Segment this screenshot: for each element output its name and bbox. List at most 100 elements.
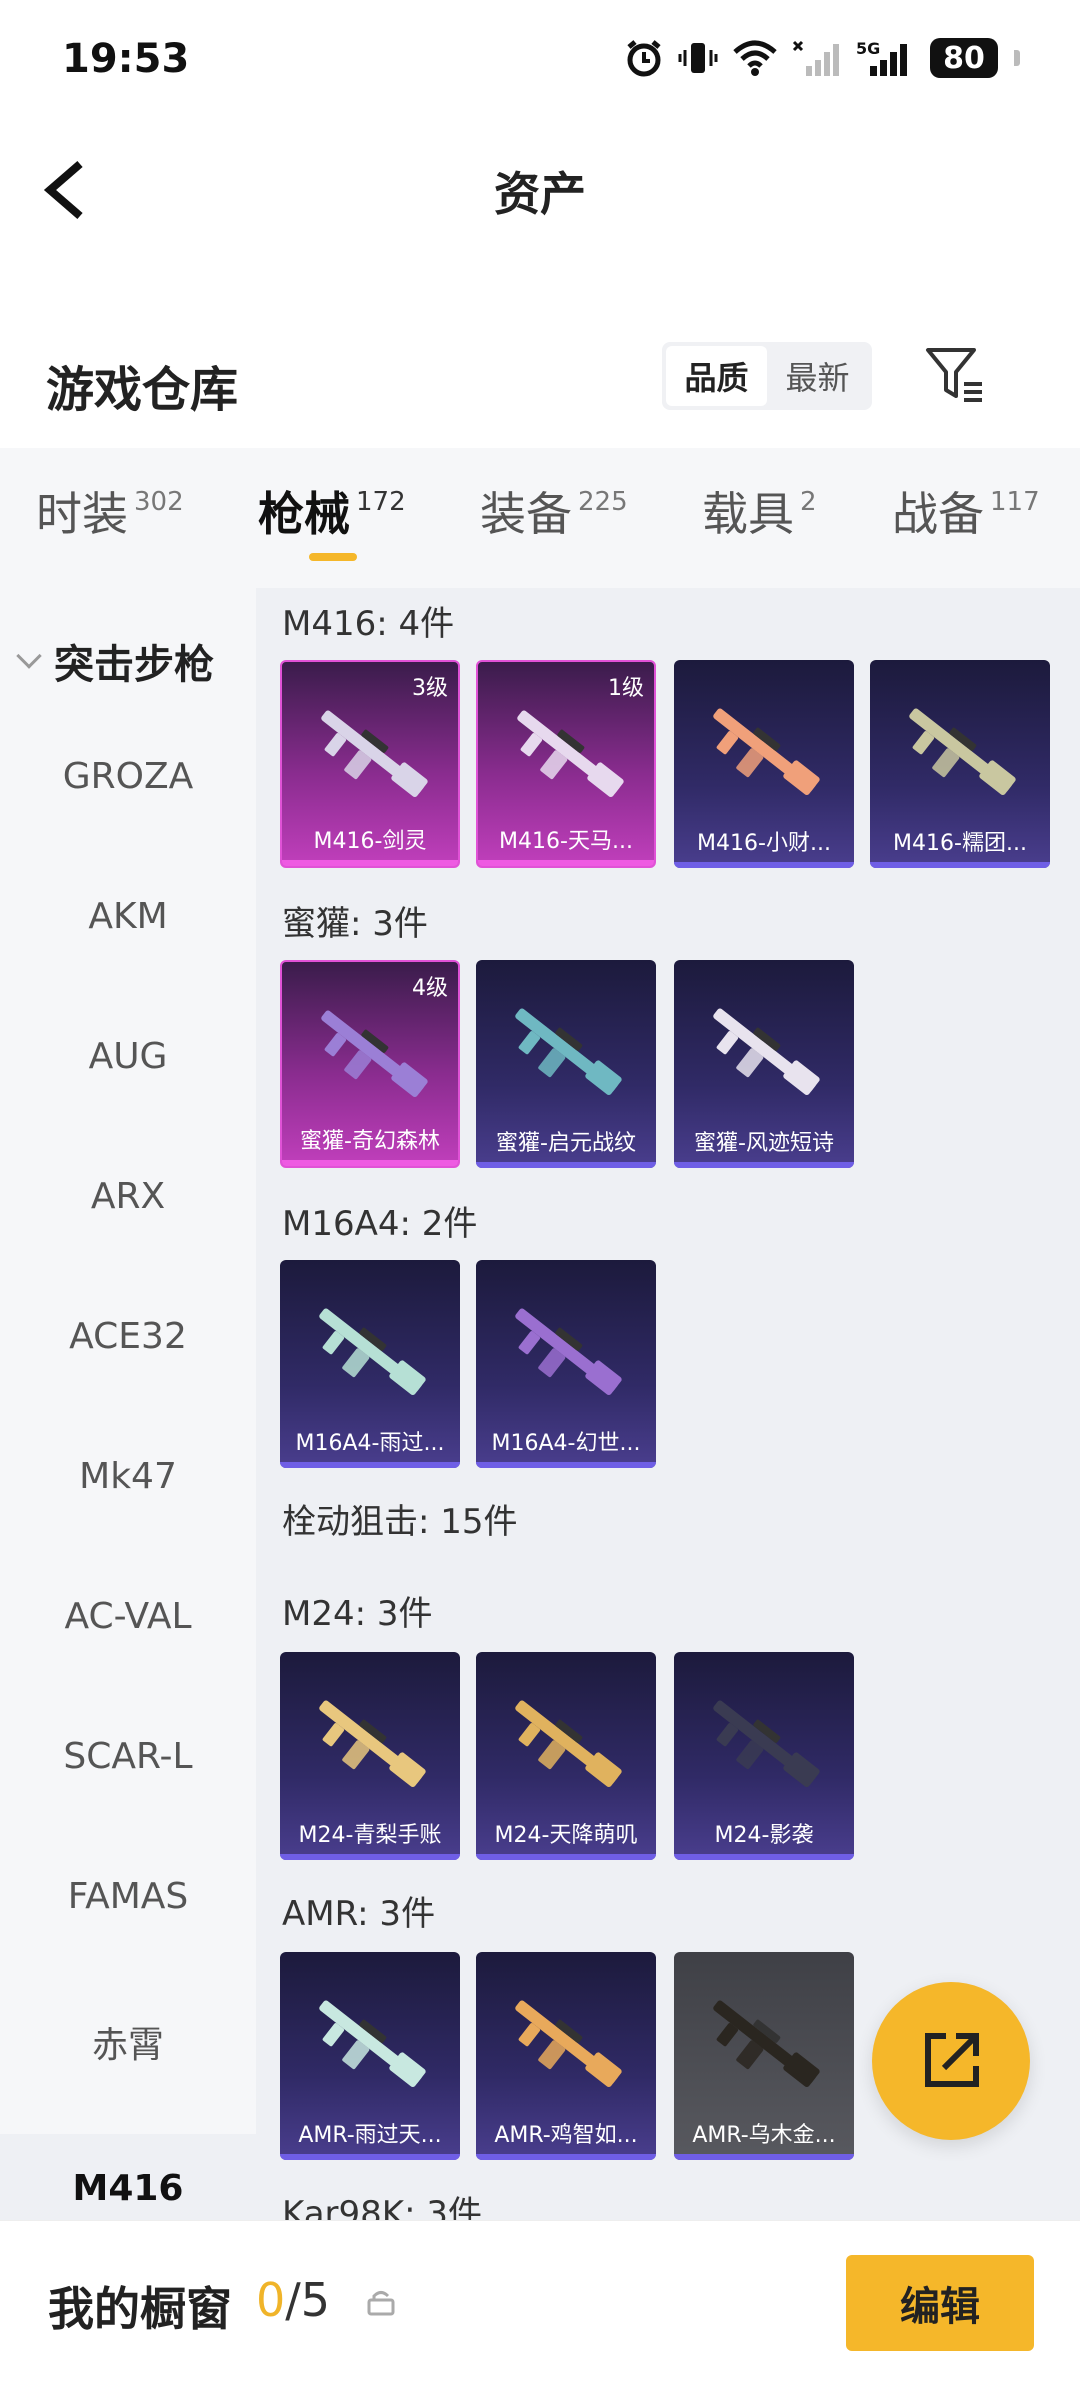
tab-count: 302 — [134, 487, 184, 517]
weapon-icon — [515, 2000, 622, 2088]
svg-text:5G: 5G — [856, 39, 880, 58]
sidebar-item-m416[interactable]: M416 — [0, 2134, 256, 2220]
weapon-icon — [909, 708, 1016, 796]
weapon-skin-name: M416-小财... — [674, 824, 854, 868]
tab-count: 2 — [800, 487, 817, 517]
sidebar-item-famas[interactable]: FAMAS — [0, 1876, 256, 1917]
sidebar-item-scar-l[interactable]: SCAR-L — [0, 1736, 256, 1777]
sidebar-item-chixiao[interactable]: 赤霄 — [0, 2016, 256, 2068]
sort-newest-option[interactable]: 最新 — [767, 346, 868, 406]
weapon-skin-card[interactable]: M16A4-幻世... — [476, 1260, 656, 1468]
sidebar-item-groza[interactable]: GROZA — [0, 756, 256, 797]
status-icons: 5G 80 — [624, 38, 1020, 78]
status-time: 19:53 — [62, 36, 190, 82]
weapon-skin-card[interactable]: AMR-鸡智如... — [476, 1952, 656, 2160]
showcase-label: 我的橱窗 — [48, 2282, 232, 2336]
weapon-skin-card[interactable]: 4级 蜜獾-奇幻森林 — [280, 960, 460, 1168]
weapon-skin-name: M416-剑灵 — [282, 822, 458, 866]
filter-icon — [926, 348, 982, 402]
sort-quality-option[interactable]: 品质 — [666, 346, 767, 406]
level-badge: 4级 — [412, 976, 448, 1001]
weapon-skin-name: M416-糯团... — [870, 824, 1050, 868]
weapon-skin-name: 蜜獾-风迹短诗 — [674, 1124, 854, 1168]
group-label: Kar98K: 3件 — [282, 2194, 482, 2220]
warehouse-header: 游戏仓库 品质 最新 — [0, 320, 1080, 440]
weapon-grid: M416: 4件 3级 M416-剑灵 1级 M416-天马... M416-小财... M… — [256, 588, 1080, 2220]
weapon-skin-card[interactable]: M416-小财... — [674, 660, 854, 868]
weapon-skin-card[interactable]: 蜜獾-风迹短诗 — [674, 960, 854, 1168]
tab-count: 225 — [578, 487, 628, 517]
alarm-icon — [624, 38, 664, 78]
level-badge: 1级 — [608, 676, 644, 701]
weapon-skin-name: M16A4-雨过... — [280, 1424, 460, 1468]
level-badge: 3级 — [412, 676, 448, 701]
weapon-skin-card[interactable]: 1级 M416-天马... — [476, 660, 656, 868]
weapon-icon — [319, 1308, 426, 1396]
weapon-skin-card[interactable]: 3级 M416-剑灵 — [280, 660, 460, 868]
signal-5g-icon: 5G — [856, 38, 916, 78]
weapon-skin-name: 蜜獾-启元战纹 — [476, 1124, 656, 1168]
weapon-icon — [319, 1700, 426, 1788]
sidebar-item-ac-val[interactable]: AC-VAL — [0, 1596, 256, 1637]
weapon-icon — [713, 1700, 820, 1788]
tab-supplies[interactable]: 战备 117 — [892, 478, 1040, 544]
weapon-type-sidebar: 突击步枪 GROZA AKM AUG ARX ACE32 Mk47 AC-VAL… — [0, 588, 256, 2220]
weapon-icon — [713, 2000, 820, 2088]
wifi-icon — [732, 38, 778, 78]
signal-off-icon — [792, 38, 842, 78]
weapon-icon — [713, 1008, 820, 1096]
category-tabs: 时装 302 枪械 172 装备 225 载具 2 战备 117 — [0, 448, 1080, 588]
weapon-skin-name: M24-天降萌叽 — [476, 1816, 656, 1860]
sidebar-item-arx[interactable]: ARX — [0, 1176, 256, 1217]
tab-count: 172 — [356, 487, 406, 517]
sort-toggle: 品质 最新 — [662, 342, 872, 410]
sidebar-item-mk47[interactable]: Mk47 — [0, 1456, 256, 1497]
vibrate-icon — [678, 38, 718, 78]
weapon-skin-card[interactable]: M416-糯团... — [870, 660, 1050, 868]
weapon-skin-card[interactable]: M24-青梨手账 — [280, 1652, 460, 1860]
group-label: M416: 4件 — [282, 604, 455, 644]
share-external-icon — [925, 2033, 979, 2087]
weapon-skin-card[interactable]: M16A4-雨过... — [280, 1260, 460, 1468]
weapon-icon — [319, 2000, 426, 2088]
sidebar-item-aug[interactable]: AUG — [0, 1036, 256, 1077]
sidebar-group-assault-rifles[interactable]: 突击步枪 — [16, 632, 214, 690]
weapon-skin-card[interactable]: AMR-雨过天... — [280, 1952, 460, 2160]
tab-fashion[interactable]: 时装 302 — [36, 478, 184, 544]
weapon-skin-card[interactable]: 蜜獾-启元战纹 — [476, 960, 656, 1168]
weapon-skin-name: M24-青梨手账 — [280, 1816, 460, 1860]
lock-icon — [367, 2291, 395, 2316]
showcase-count: 0/5 — [256, 2273, 331, 2327]
group-label: M16A4: 2件 — [282, 1204, 478, 1244]
group-label: 栓动狙击: 15件 — [282, 1502, 518, 1542]
tab-count: 117 — [990, 487, 1040, 517]
weapon-skin-name: M16A4-幻世... — [476, 1424, 656, 1468]
sidebar-item-ace32[interactable]: ACE32 — [0, 1316, 256, 1357]
weapon-skin-name: M24-影袭 — [674, 1816, 854, 1860]
status-bar: 19:53 5G 80 — [0, 0, 1080, 120]
battery-icon: 80 — [930, 38, 998, 78]
tab-firearms[interactable]: 枪械 172 — [258, 478, 406, 544]
weapon-skin-name: AMR-雨过天... — [280, 2116, 460, 2160]
active-tab-indicator — [309, 553, 357, 561]
filter-button[interactable] — [924, 344, 986, 406]
weapon-skin-name: AMR-乌木金... — [674, 2116, 854, 2160]
chevron-down-icon — [16, 643, 42, 669]
group-label: AMR: 3件 — [282, 1894, 436, 1934]
weapon-skin-card[interactable]: M24-影袭 — [674, 1652, 854, 1860]
weapon-skin-name: M416-天马... — [478, 822, 654, 866]
tab-vehicles[interactable]: 载具 2 — [702, 478, 817, 544]
bottom-bar: 我的橱窗 0/5 编辑 — [0, 2220, 1080, 2382]
group-label: 蜜獾: 3件 — [282, 904, 428, 944]
weapon-skin-card[interactable]: M24-天降萌叽 — [476, 1652, 656, 1860]
weapon-icon — [321, 1010, 428, 1098]
sidebar-item-akm[interactable]: AKM — [0, 896, 256, 937]
group-label: M24: 3件 — [282, 1594, 433, 1634]
weapon-skin-card[interactable]: AMR-乌木金... — [674, 1952, 854, 2160]
weapon-icon — [515, 1008, 622, 1096]
weapon-icon — [321, 710, 428, 798]
share-button[interactable] — [872, 1982, 1030, 2140]
weapon-icon — [515, 1700, 622, 1788]
tab-equipment[interactable]: 装备 225 — [480, 478, 628, 544]
edit-button[interactable]: 编辑 — [846, 2255, 1034, 2351]
